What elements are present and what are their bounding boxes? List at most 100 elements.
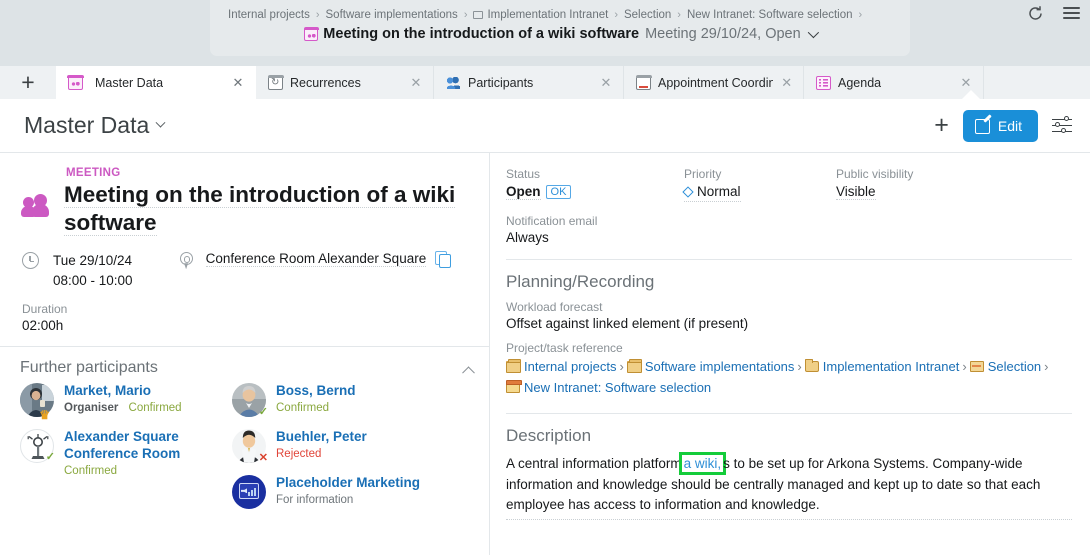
status-badge: OK [545, 185, 572, 199]
breadcrumb-item-1[interactable]: Internal projects [228, 9, 310, 21]
participant-name[interactable]: Boss, Bernd [276, 383, 356, 400]
avatar: ✕ [232, 429, 268, 465]
breadcrumb-card: Internal projects › Software implementat… [210, 0, 910, 56]
details-column: Status Open OK Priority Normal Public vis… [490, 153, 1090, 555]
tab-recurrences[interactable]: Recurrences ✕ [256, 66, 434, 99]
summary-column: MEETING Meeting on the introduction of a… [0, 153, 490, 555]
priority-value: Normal [697, 184, 741, 199]
breadcrumb-item-5[interactable]: New Intranet: Software selection [687, 9, 853, 21]
add-button[interactable]: + [934, 113, 949, 138]
meeting-location[interactable]: Conference Room Alexander Square [205, 251, 427, 268]
participant-row[interactable]: ✓ Boss, Bernd Confirmed [232, 383, 444, 419]
page-title-label: Master Data [24, 112, 150, 138]
tab-label: Master Data [95, 75, 164, 90]
participant-status: Rejected [276, 448, 322, 461]
visibility-value[interactable]: Visible [836, 184, 876, 200]
pencil-icon [974, 118, 991, 134]
participant-status: Confirmed [64, 465, 118, 478]
avatar: ♛ [20, 383, 54, 421]
reference-link-4[interactable]: Selection [988, 359, 1041, 374]
map-pin-icon [179, 252, 194, 270]
wiki-link[interactable]: a wiki, [684, 456, 722, 471]
participants-column-right: ✓ Boss, Bernd Confirmed ✕ Buehler, Peter… [232, 383, 444, 521]
reference-separator: › [619, 359, 624, 374]
highlighted-link-box: a wiki, [678, 451, 727, 476]
reference-link-5[interactable]: New Intranet: Software selection [524, 380, 711, 395]
agenda-list-icon [816, 75, 831, 90]
rejected-cross-icon: ✕ [258, 452, 268, 465]
participant-status: For information [276, 494, 354, 507]
document-folder-icon [506, 379, 522, 393]
participant-name[interactable]: Alexander Square Conference Room [64, 429, 194, 463]
tab-agenda[interactable]: Agenda ✕ [804, 66, 984, 99]
participants-column-left: ♛ Market, Mario Organiser Confirmed ✓ Al… [20, 383, 232, 521]
duration-value: 02:00h [22, 318, 64, 334]
tab-close-icon[interactable]: ✕ [780, 76, 793, 89]
visibility-field: Public visibility Visible [836, 167, 1072, 202]
status-field: Status Open OK [506, 167, 684, 202]
meeting-title[interactable]: Meeting on the introduction of a wiki so… [64, 182, 456, 237]
marketing-placeholder-icon [232, 475, 266, 510]
new-tab-button[interactable]: + [0, 66, 56, 99]
reference-link-1[interactable]: Internal projects [524, 359, 617, 374]
participant-meta: Confirmed [276, 402, 356, 414]
tab-close-icon[interactable]: ✕ [599, 76, 613, 89]
workload-value[interactable]: Offset against linked element (if presen… [506, 316, 1072, 331]
chevron-down-icon[interactable] [155, 117, 166, 128]
workload-field: Workload forecast Offset against linked … [506, 300, 1072, 331]
folder-stack-icon [626, 358, 642, 373]
planning-section: Planning/Recording Workload forecast Off… [490, 260, 1090, 414]
participant-row[interactable]: ♛ Market, Mario Organiser Confirmed [20, 383, 232, 421]
copy-icon[interactable] [435, 251, 452, 269]
tab-close-icon[interactable]: ✕ [231, 76, 245, 89]
tab-label: Appointment Coordinat [658, 75, 774, 90]
refresh-icon[interactable] [1024, 2, 1046, 24]
appointment-calendar-icon [635, 75, 652, 90]
breadcrumb-separator: › [315, 9, 320, 21]
reference-link-3[interactable]: Implementation Intranet [823, 359, 960, 374]
folder-outline-icon [473, 11, 484, 19]
notification-label: Notification email [506, 214, 598, 228]
content-area: MEETING Meeting on the introduction of a… [0, 153, 1090, 555]
meeting-people-icon [21, 193, 54, 223]
priority-field: Priority Normal [682, 167, 836, 202]
tab-appointment-coordination[interactable]: Appointment Coordinat ✕ [624, 66, 804, 99]
meeting-date: Tue 29/10/24 [53, 253, 133, 269]
page-title[interactable]: Master Data [24, 112, 166, 139]
participant-row[interactable]: ✓ Alexander Square Conference Room Confi… [20, 429, 232, 477]
datetime-location-row: Tue 29/10/24 08:00 - 10:00 Conference Ro… [22, 251, 473, 290]
priority-value-wrap[interactable]: Normal [682, 183, 741, 202]
participant-row[interactable]: ✕ Buehler, Peter Rejected [232, 429, 444, 465]
organiser-crown-icon: ♛ [39, 408, 50, 423]
tab-label: Agenda [838, 75, 882, 90]
participant-row[interactable]: Placeholder Marketing For information [232, 475, 444, 510]
participant-name[interactable]: Buehler, Peter [276, 429, 367, 446]
description-text[interactable]: A central information platform a wiki, s t… [506, 451, 1072, 521]
confirmed-check-icon: ✓ [258, 406, 268, 419]
participant-status: Confirmed [276, 402, 330, 415]
chevron-down-icon[interactable] [807, 26, 819, 39]
sliders-icon[interactable] [1052, 116, 1074, 135]
participants-grid: ♛ Market, Mario Organiser Confirmed ✓ Al… [20, 383, 473, 521]
tab-participants[interactable]: Participants ✕ [434, 66, 624, 99]
participant-name[interactable]: Placeholder Marketing [276, 475, 420, 492]
edit-button[interactable]: Edit [962, 109, 1038, 142]
hamburger-menu-icon[interactable] [1060, 2, 1082, 24]
meeting-icon [303, 26, 319, 41]
breadcrumb-item-4[interactable]: Selection [624, 9, 671, 21]
notification-value[interactable]: Always [506, 230, 1072, 245]
reference-link-2[interactable]: Software implementations [645, 359, 795, 374]
breadcrumb-item-2[interactable]: Software implementations [326, 9, 458, 21]
priority-label: Priority [684, 167, 722, 181]
breadcrumb-item-3[interactable]: Implementation Intranet [487, 9, 608, 21]
tab-master-data[interactable]: Master Data ✕ [56, 66, 256, 99]
tab-close-icon[interactable]: ✕ [409, 76, 423, 89]
tab-close-icon[interactable]: ✕ [959, 76, 973, 89]
diamond-icon [682, 186, 694, 198]
status-value-wrap[interactable]: Open OK [506, 183, 684, 201]
participant-name[interactable]: Market, Mario [64, 383, 182, 400]
participant-role: Organiser [64, 402, 119, 415]
chevron-up-icon[interactable] [462, 366, 475, 379]
tab-label: Recurrences [290, 75, 361, 90]
entity-type-kicker: MEETING [66, 167, 121, 179]
